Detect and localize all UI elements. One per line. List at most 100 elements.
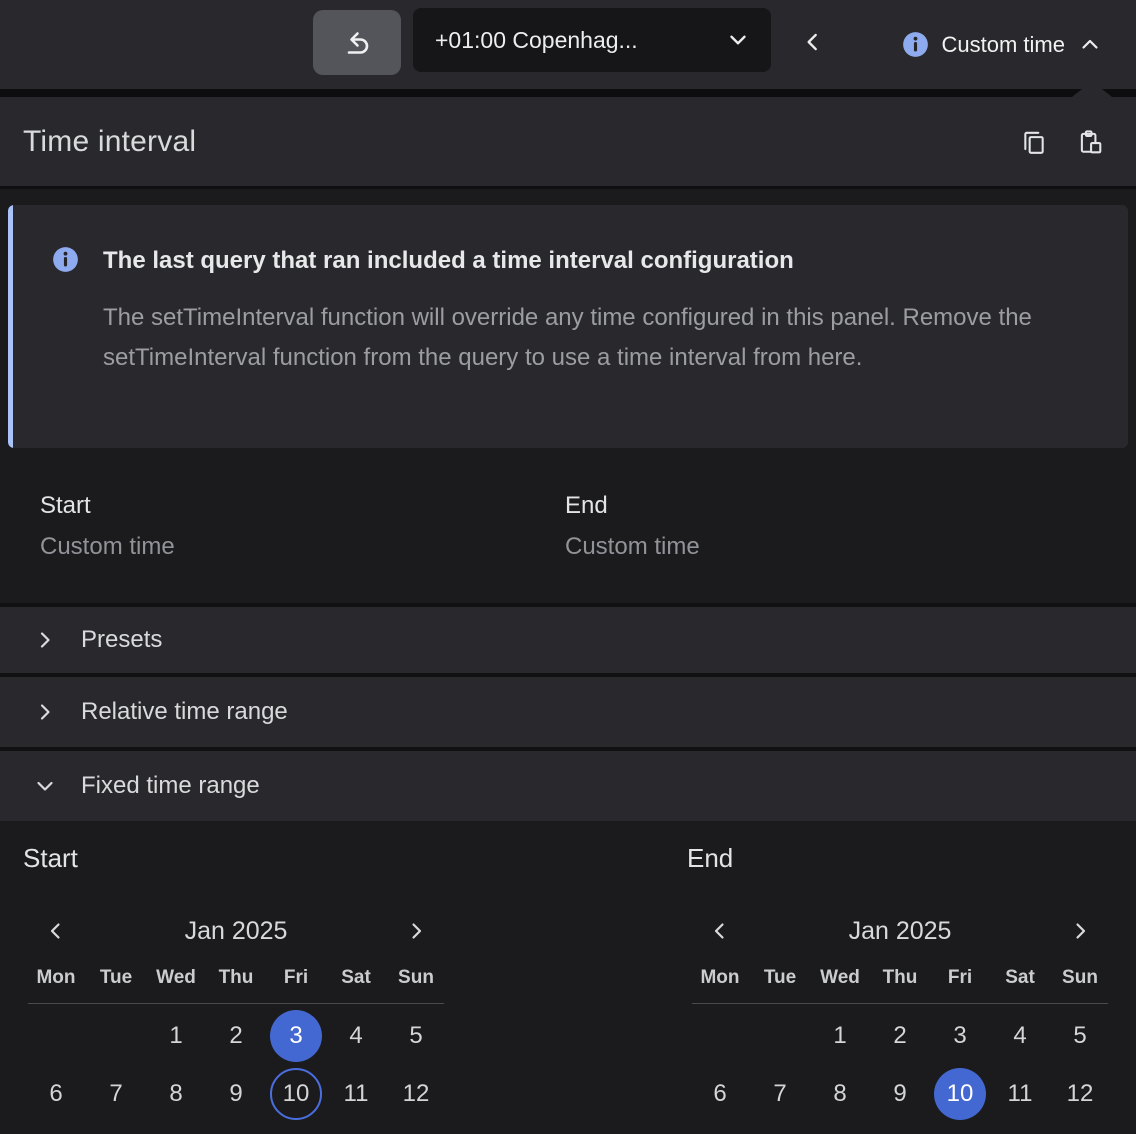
- accordion: Presets Relative time range Fixed time r…: [0, 603, 1136, 821]
- timezone-dropdown[interactable]: +01:00 Copenhag...: [413, 8, 771, 72]
- calendar-day[interactable]: 8: [146, 1066, 206, 1122]
- undo-button[interactable]: [313, 10, 401, 75]
- start-value: Custom time: [40, 533, 175, 561]
- calendar-day: [86, 1008, 146, 1064]
- calendar-day[interactable]: 2: [870, 1008, 930, 1064]
- time-interval-popover: +01:00 Copenhag... Cust: [0, 0, 1136, 1134]
- timezone-value: +01:00 Copenhag...: [435, 27, 638, 54]
- weekday-header: Mon Tue Wed Thu Fri Sat Sun: [26, 961, 446, 995]
- calendar-day-outlined[interactable]: 10: [266, 1066, 326, 1122]
- chevron-down-icon: [725, 27, 751, 53]
- current-range-summary: Start Custom time End Custom time: [0, 448, 1136, 603]
- calendar-divider: [28, 1003, 444, 1004]
- copy-icon: [1021, 129, 1047, 155]
- chevron-left-icon: [708, 919, 732, 943]
- calendar-day: [26, 1008, 86, 1064]
- weekday: Sat: [326, 967, 386, 989]
- calendar-day[interactable]: 1: [146, 1008, 206, 1064]
- popover-notch: [1072, 81, 1112, 97]
- weekday: Tue: [750, 967, 810, 989]
- copy-button[interactable]: [1021, 129, 1047, 155]
- calendar-day[interactable]: 3: [930, 1008, 990, 1064]
- chevron-up-icon: [1078, 33, 1102, 57]
- calendar-day[interactable]: 2: [206, 1008, 266, 1064]
- popover-notch-band: [0, 89, 1136, 97]
- calendar-day[interactable]: 12: [386, 1066, 446, 1122]
- next-month-button[interactable]: [386, 909, 446, 953]
- end-value: Custom time: [565, 533, 700, 561]
- section-relative-time-range[interactable]: Relative time range: [0, 677, 1136, 747]
- weekday: Wed: [146, 967, 206, 989]
- custom-time-label: Custom time: [942, 32, 1065, 58]
- weekday: Fri: [930, 967, 990, 989]
- weekday: Wed: [810, 967, 870, 989]
- calendar-day[interactable]: 7: [86, 1066, 146, 1122]
- calendar-divider: [692, 1003, 1108, 1004]
- calendar-day[interactable]: 12: [1050, 1066, 1110, 1122]
- weekday: Mon: [26, 967, 86, 989]
- alert-accent-bar: [8, 205, 13, 448]
- alert-body: The setTimeInterval function will overri…: [103, 298, 1115, 378]
- chevron-right-icon: [404, 919, 428, 943]
- paste-button[interactable]: [1077, 129, 1103, 155]
- prev-month-button[interactable]: [690, 909, 750, 953]
- panel-content: The last query that ran included a time …: [0, 205, 1136, 1134]
- calendar-day[interactable]: 9: [870, 1066, 930, 1122]
- next-month-button[interactable]: [1050, 909, 1110, 953]
- calendar-day[interactable]: 8: [810, 1066, 870, 1122]
- paste-icon: [1077, 129, 1103, 155]
- chevron-left-icon: [800, 29, 826, 55]
- calendar-day[interactable]: 11: [326, 1066, 386, 1122]
- weekday: Sun: [1050, 967, 1110, 989]
- calendar-day[interactable]: 7: [750, 1066, 810, 1122]
- header-divider: [0, 186, 1136, 189]
- calendar-day[interactable]: 9: [206, 1066, 266, 1122]
- weekday: Sun: [386, 967, 446, 989]
- calendar-day[interactable]: 11: [990, 1066, 1050, 1122]
- panel-header: Time interval: [0, 97, 1136, 186]
- info-icon: [902, 31, 929, 58]
- page-title: Time interval: [23, 125, 196, 159]
- calendar-start-label: Start: [23, 843, 78, 874]
- calendar-day: [690, 1008, 750, 1064]
- section-fixed-label: Fixed time range: [81, 772, 260, 800]
- weekday: Thu: [206, 967, 266, 989]
- month-label: Jan 2025: [86, 917, 386, 946]
- start-label: Start: [40, 492, 175, 520]
- chevron-right-icon: [33, 628, 57, 652]
- weekday: Fri: [266, 967, 326, 989]
- info-icon: [52, 246, 79, 273]
- calendar-day[interactable]: 4: [990, 1008, 1050, 1064]
- calendar-end-label: End: [687, 843, 733, 874]
- top-toolbar: +01:00 Copenhag... Cust: [0, 0, 1136, 89]
- info-alert: The last query that ran included a time …: [8, 205, 1128, 448]
- chevron-right-icon: [1068, 919, 1092, 943]
- start-calendar: Jan 2025 Mon Tue Wed Thu Fri Sat Sun: [26, 909, 446, 1122]
- collapse-left-button[interactable]: [794, 23, 832, 61]
- undo-icon: [342, 28, 372, 58]
- end-label: End: [565, 492, 700, 520]
- calendar-day[interactable]: 4: [326, 1008, 386, 1064]
- calendar-day[interactable]: 6: [26, 1066, 86, 1122]
- weekday: Thu: [870, 967, 930, 989]
- calendar-day[interactable]: 5: [386, 1008, 446, 1064]
- alert-title: The last query that ran included a time …: [103, 245, 1115, 277]
- section-presets[interactable]: Presets: [0, 607, 1136, 673]
- custom-time-toggle[interactable]: Custom time: [902, 0, 1102, 89]
- month-label: Jan 2025: [750, 917, 1050, 946]
- weekday: Tue: [86, 967, 146, 989]
- weekday-header: Mon Tue Wed Thu Fri Sat Sun: [690, 961, 1110, 995]
- calendar-day[interactable]: 1: [810, 1008, 870, 1064]
- calendar-day-selected[interactable]: 10: [930, 1066, 990, 1122]
- chevron-left-icon: [44, 919, 68, 943]
- weekday: Mon: [690, 967, 750, 989]
- section-fixed-time-range[interactable]: Fixed time range: [0, 751, 1136, 821]
- calendar-day[interactable]: 5: [1050, 1008, 1110, 1064]
- chevron-right-icon: [33, 700, 57, 724]
- section-relative-label: Relative time range: [81, 698, 288, 726]
- prev-month-button[interactable]: [26, 909, 86, 953]
- calendar-day[interactable]: 6: [690, 1066, 750, 1122]
- calendar-day-selected[interactable]: 3: [266, 1008, 326, 1064]
- chevron-down-icon: [33, 774, 57, 798]
- fixed-time-range-body: Start End Jan 2025: [0, 821, 1136, 1134]
